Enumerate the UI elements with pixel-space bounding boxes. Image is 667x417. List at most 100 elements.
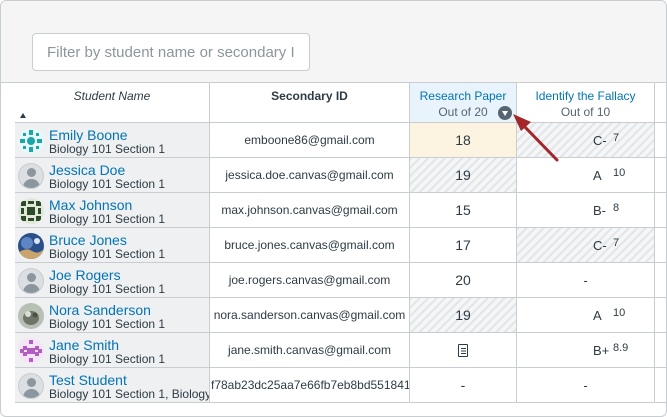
research-paper-grade-cell[interactable]: 17 — [410, 228, 517, 262]
student-name-link[interactable]: Emily Boone — [49, 127, 128, 143]
secondary-id-cell: emboone86@gmail.com — [210, 123, 410, 157]
student-name-link[interactable]: Jessica Doe — [49, 162, 125, 178]
column-menu-icon[interactable] — [498, 106, 512, 120]
next-column-cell[interactable] — [655, 263, 666, 297]
student-name-link[interactable]: Bruce Jones — [49, 232, 127, 248]
student-name-link[interactable]: Test Student — [49, 372, 127, 388]
table-row: Joe Rogers Biology 101 Section 1 joe.rog… — [15, 263, 666, 298]
secondary-id-cell: joe.rogers.canvas@gmail.com — [210, 263, 410, 297]
score-value: 8.9 — [613, 342, 629, 354]
student-section: Biology 101 Section 1, Biology — [49, 387, 210, 401]
avatar[interactable] — [18, 198, 44, 224]
header-identify-fallacy-title[interactable]: Identify the Fallacy — [517, 89, 654, 103]
student-section: Biology 101 Section 1 — [49, 352, 166, 366]
fallacy-grade-cell[interactable]: - — [517, 368, 655, 402]
table-row: Nora Sanderson Biology 101 Section 1 nor… — [15, 298, 666, 333]
gradebook-frame: Student Name Secondary ID Research Paper… — [0, 0, 667, 417]
research-paper-grade-cell[interactable]: - — [410, 368, 517, 402]
student-cell: Jane Smith Biology 101 Section 1 — [15, 333, 210, 367]
letter-grade: - — [583, 378, 588, 393]
student-section: Biology 101 Section 1 — [49, 247, 166, 261]
score-value: 8 — [613, 202, 620, 214]
student-cell: Test Student Biology 101 Section 1, Biol… — [15, 368, 210, 402]
header-secondary-id[interactable]: Secondary ID — [210, 83, 410, 123]
score-value: 7 — [613, 132, 620, 144]
letter-grade: C- — [593, 133, 607, 148]
student-filter-input[interactable] — [32, 33, 310, 71]
fallacy-grade-cell[interactable]: C- 7 — [517, 228, 655, 262]
student-cell: Emily Boone Biology 101 Section 1 — [15, 123, 210, 157]
table-row: Bruce Jones Biology 101 Section 1 bruce.… — [15, 228, 666, 263]
default-avatar-icon[interactable] — [18, 163, 44, 189]
research-paper-grade-cell[interactable]: 18 — [410, 123, 517, 157]
student-cell: Bruce Jones Biology 101 Section 1 — [15, 228, 210, 262]
header-identify-fallacy-points: Out of 10 — [560, 105, 611, 119]
score-value: 7 — [613, 237, 620, 249]
student-name-link[interactable]: Nora Sanderson — [49, 302, 151, 318]
header-research-paper-title[interactable]: Research Paper — [410, 89, 516, 103]
letter-grade: A — [593, 168, 602, 183]
secondary-id-cell: jane.smith.canvas@gmail.com — [210, 333, 410, 367]
student-cell: Max Johnson Biology 101 Section 1 — [15, 193, 210, 227]
submission-document-icon — [458, 343, 468, 357]
avatar[interactable] — [18, 128, 44, 154]
avatar[interactable] — [18, 338, 44, 364]
student-section: Biology 101 Section 1 — [49, 142, 166, 156]
score-value: 10 — [613, 167, 626, 179]
secondary-id-cell: f78ab23dc25aa7e66fb7eb8bd551841 — [210, 368, 410, 402]
student-section: Biology 101 Section 1 — [49, 282, 166, 296]
fallacy-grade-cell[interactable]: A 10 — [517, 158, 655, 192]
student-name-link[interactable]: Jane Smith — [49, 337, 119, 353]
avatar[interactable] — [18, 233, 44, 259]
letter-grade: B+ — [593, 343, 610, 358]
student-cell: Joe Rogers Biology 101 Section 1 — [15, 263, 210, 297]
student-section: Biology 101 Section 1 — [49, 317, 166, 331]
student-name-link[interactable]: Joe Rogers — [49, 267, 121, 283]
next-column-cell[interactable] — [655, 193, 666, 227]
next-column-cell[interactable] — [655, 298, 666, 332]
header-secondary-id-label: Secondary ID — [271, 89, 348, 103]
letter-grade: C- — [593, 238, 607, 253]
letter-grade: B- — [593, 203, 606, 218]
secondary-id-cell: nora.sanderson.canvas@gmail.com — [210, 298, 410, 332]
next-column-cell[interactable] — [655, 333, 666, 367]
letter-grade: - — [583, 273, 588, 288]
research-paper-grade-cell[interactable]: 20 — [410, 263, 517, 297]
gradebook-grid: Student Name Secondary ID Research Paper… — [15, 83, 666, 416]
research-paper-grade-cell[interactable]: 19 — [410, 298, 517, 332]
header-identify-fallacy[interactable]: Identify the Fallacy Out of 10 — [517, 83, 655, 123]
research-paper-grade-cell[interactable] — [410, 333, 517, 367]
header-student-name[interactable]: Student Name — [15, 83, 210, 123]
next-column-cell[interactable] — [655, 228, 666, 262]
table-row: Jane Smith Biology 101 Section 1 jane.sm… — [15, 333, 666, 368]
next-column-cell[interactable] — [655, 158, 666, 192]
fallacy-grade-cell[interactable]: - — [517, 263, 655, 297]
fallacy-grade-cell[interactable]: B+ 8.9 — [517, 333, 655, 367]
research-paper-grade-cell[interactable]: 15 — [410, 193, 517, 227]
next-column-cell[interactable] — [655, 123, 666, 157]
score-value: 10 — [613, 307, 626, 319]
letter-grade: A — [593, 308, 602, 323]
student-section: Biology 101 Section 1 — [49, 212, 166, 226]
student-cell: Jessica Doe Biology 101 Section 1 — [15, 158, 210, 192]
secondary-id-cell: max.johnson.canvas@gmail.com — [210, 193, 410, 227]
default-avatar-icon[interactable] — [18, 268, 44, 294]
next-column-cell[interactable] — [655, 368, 666, 402]
fallacy-grade-cell[interactable]: A 10 — [517, 298, 655, 332]
student-section: Biology 101 Section 1 — [49, 177, 166, 191]
default-avatar-icon[interactable] — [18, 373, 44, 399]
avatar[interactable] — [18, 303, 44, 329]
research-paper-grade-cell[interactable]: 19 — [410, 158, 517, 192]
header-next-column[interactable] — [655, 83, 666, 123]
fallacy-grade-cell[interactable]: B- 8 — [517, 193, 655, 227]
secondary-id-cell: jessica.doe.canvas@gmail.com — [210, 158, 410, 192]
header-research-paper[interactable]: Research Paper Out of 20 — [410, 83, 517, 123]
table-row: Emily Boone Biology 101 Section 1 emboon… — [15, 123, 666, 158]
fallacy-grade-cell[interactable]: C- 7 — [517, 123, 655, 157]
sort-ascending-icon[interactable] — [20, 113, 26, 118]
table-row: Jessica Doe Biology 101 Section 1 jessic… — [15, 158, 666, 193]
table-row: Test Student Biology 101 Section 1, Biol… — [15, 368, 666, 403]
secondary-id-cell: bruce.jones.canvas@gmail.com — [210, 228, 410, 262]
table-row: Max Johnson Biology 101 Section 1 max.jo… — [15, 193, 666, 228]
student-name-link[interactable]: Max Johnson — [49, 197, 132, 213]
